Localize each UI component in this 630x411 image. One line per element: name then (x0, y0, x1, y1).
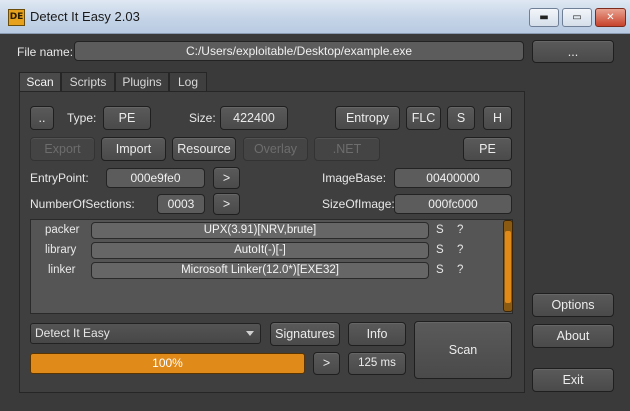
sections-label: NumberOfSections: (30, 197, 135, 211)
scrollbar-thumb[interactable] (505, 231, 511, 303)
file-path-field[interactable]: C:/Users/exploitable/Desktop/example.exe (74, 41, 524, 61)
open-dots-button[interactable]: .. (30, 106, 54, 130)
scan-progress-bar: 100% (30, 353, 305, 374)
progress-text: 100% (152, 356, 183, 370)
app-logo-icon: DE (8, 9, 25, 26)
exit-button[interactable]: Exit (532, 368, 614, 392)
sizeofimage-label: SizeOfImage: (322, 197, 395, 211)
result-value-packer[interactable]: UPX(3.91)[NRV,brute] (91, 222, 429, 239)
type-value[interactable]: PE (103, 106, 151, 130)
result-info-linker[interactable]: ? (457, 264, 463, 276)
browse-button[interactable]: ... (532, 40, 614, 63)
entrypoint-value[interactable]: 000e9fe0 (106, 168, 205, 188)
entrypoint-label: EntryPoint: (30, 171, 89, 185)
pe-button[interactable]: PE (463, 137, 512, 161)
sizeofimage-value[interactable]: 000fc000 (394, 194, 512, 214)
info-button[interactable]: Info (348, 322, 406, 346)
result-name-packer: packer (45, 224, 80, 236)
export-button[interactable]: Export (30, 137, 95, 161)
imagebase-label: ImageBase: (322, 171, 387, 185)
title-bar: DE Detect It Easy 2.03 ▬ ▭ ✕ (0, 0, 630, 34)
signatures-button[interactable]: Signatures (270, 322, 340, 346)
type-label: Type: (67, 111, 97, 125)
strings-button[interactable]: S (447, 106, 475, 130)
entrypoint-go-button[interactable]: > (213, 167, 240, 189)
window-title: Detect It Easy 2.03 (30, 9, 140, 24)
resource-button[interactable]: Resource (172, 137, 236, 161)
file-name-label: File name: (17, 45, 74, 59)
sections-value[interactable]: 0003 (157, 194, 205, 214)
results-scrollbar[interactable] (503, 220, 513, 312)
import-button[interactable]: Import (101, 137, 166, 161)
chevron-down-icon (246, 331, 254, 336)
size-label: Size: (189, 111, 216, 125)
about-button[interactable]: About (532, 324, 614, 348)
result-info-packer[interactable]: ? (457, 224, 463, 236)
tab-log[interactable]: Log (169, 72, 207, 92)
result-name-library: library (45, 244, 77, 256)
size-value: 422400 (220, 106, 288, 130)
result-value-linker[interactable]: Microsoft Linker(12.0*)[EXE32] (91, 262, 429, 279)
result-name-linker: linker (48, 264, 76, 276)
dotnet-button[interactable]: .NET (314, 137, 380, 161)
overlay-button[interactable]: Overlay (243, 137, 308, 161)
tab-plugins[interactable]: Plugins (115, 72, 169, 92)
entropy-button[interactable]: Entropy (335, 106, 400, 130)
imagebase-value[interactable]: 00400000 (394, 168, 512, 188)
hex-button[interactable]: H (483, 106, 512, 130)
flc-button[interactable]: FLC (406, 106, 441, 130)
result-s-linker[interactable]: S (436, 264, 444, 276)
close-button[interactable]: ✕ (595, 8, 626, 27)
scan-button[interactable]: Scan (414, 321, 512, 379)
maximize-button[interactable]: ▭ (562, 8, 592, 27)
minimize-button[interactable]: ▬ (529, 8, 559, 27)
result-s-library[interactable]: S (436, 244, 444, 256)
tab-scripts[interactable]: Scripts (61, 72, 115, 92)
scan-time-value: 125 ms (348, 352, 406, 375)
result-value-library[interactable]: AutoIt(-)[-] (91, 242, 429, 259)
database-select-value: Detect It Easy (35, 326, 110, 340)
database-select[interactable]: Detect It Easy (30, 323, 261, 344)
result-info-library[interactable]: ? (457, 244, 463, 256)
result-s-packer[interactable]: S (436, 224, 444, 236)
sections-go-button[interactable]: > (213, 193, 240, 215)
options-button[interactable]: Options (532, 293, 614, 317)
next-button[interactable]: > (313, 352, 340, 375)
tab-scan[interactable]: Scan (19, 72, 61, 92)
